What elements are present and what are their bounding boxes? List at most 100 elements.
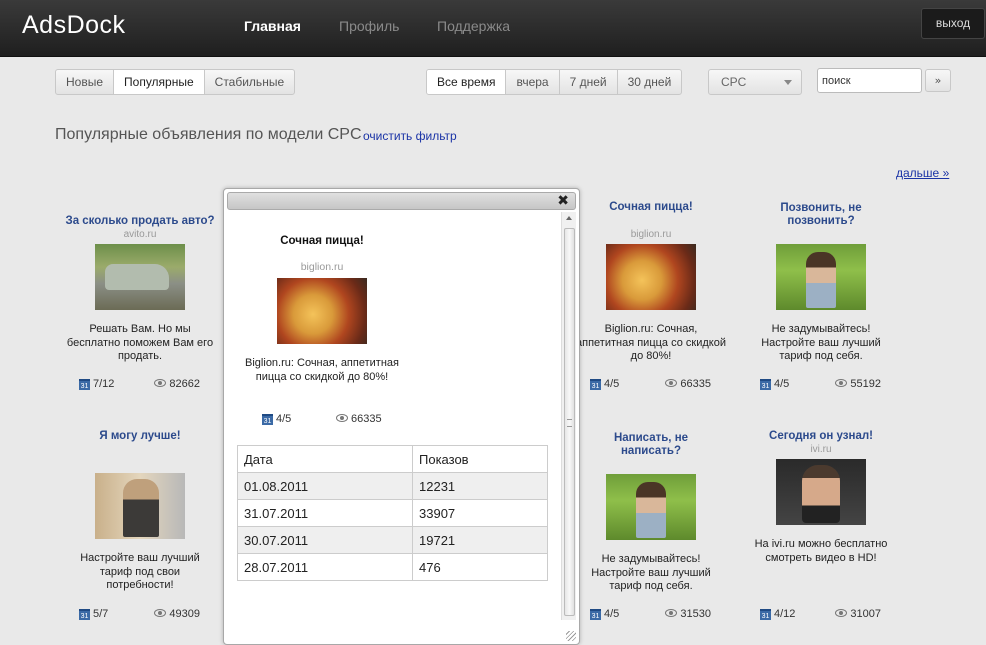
ad-domain — [55, 444, 225, 456]
ad-card[interactable]: За сколько продать авто? avito.ru Решать… — [55, 200, 225, 395]
chevron-down-icon — [784, 80, 792, 85]
ad-card[interactable]: Я могу лучше! Настройте ваш лучший тариф… — [55, 417, 225, 622]
ad-days: 4/5 — [774, 378, 790, 390]
ad-domain: ivi.ru — [810, 444, 832, 455]
cell-date: 28.07.2011 — [237, 553, 413, 581]
ad-views: 82662 — [169, 378, 200, 390]
ad-card[interactable]: Сегодня он узнал! ivi.ru На ivi.ru можно… — [736, 417, 906, 622]
cell-impressions: 19721 — [412, 526, 548, 554]
eye-icon — [665, 609, 678, 617]
ad-views: 66335 — [680, 378, 711, 390]
ad-text: Biglion.ru: Сочная, аппетитная пицца со … — [576, 323, 726, 362]
eye-icon — [154, 379, 167, 387]
ad-views: 55192 — [850, 378, 881, 390]
ad-title[interactable]: Написать, не написать? — [566, 430, 736, 458]
ad-title[interactable]: За сколько продать авто? — [55, 200, 225, 228]
popup-ad-domain: biglion.ru — [300, 261, 344, 273]
cell-date: 01.08.2011 — [237, 472, 413, 500]
table-row: 30.07.2011 19721 — [237, 526, 548, 554]
column-header-date: Дата — [237, 445, 413, 473]
filter-stable[interactable]: Стабильные — [205, 70, 294, 94]
eye-icon — [336, 414, 348, 422]
ad-text: Настройте ваш лучший тариф под свои потр… — [80, 552, 200, 591]
popup-scrollbar[interactable] — [561, 212, 576, 620]
ad-card[interactable]: Позвонить, не позвонить? Не задумывайтес… — [736, 200, 906, 395]
popup-ad-days: 4/5 — [276, 413, 292, 425]
ad-text: На ivi.ru можно бесплатно смотреть видео… — [754, 538, 888, 564]
ad-views: 49309 — [169, 608, 200, 620]
cell-date: 30.07.2011 — [237, 526, 413, 554]
ad-title[interactable]: Сегодня он узнал! — [736, 417, 906, 443]
popup-titlebar[interactable]: ✖ — [227, 192, 576, 210]
ad-domain: biglion.ru — [630, 229, 672, 240]
period-7-days[interactable]: 7 дней — [560, 70, 618, 94]
ad-domain — [566, 459, 736, 471]
model-select[interactable]: CPC — [708, 69, 802, 95]
ad-image[interactable] — [776, 244, 866, 310]
logo[interactable]: AdsDock — [22, 11, 126, 40]
logout-button[interactable]: выход — [921, 8, 985, 39]
ad-days: 5/7 — [93, 608, 109, 620]
period-yesterday[interactable]: вчера — [506, 70, 560, 94]
table-row: 28.07.2011 476 — [237, 553, 548, 581]
scroll-thumb[interactable] — [564, 228, 575, 616]
ad-image[interactable] — [606, 244, 696, 310]
next-page-link[interactable]: дальше » — [896, 166, 949, 180]
period-filter: Все время вчера 7 дней 30 дней — [426, 69, 683, 95]
calendar-icon: 31 — [760, 609, 771, 620]
ad-image[interactable] — [95, 473, 185, 539]
ad-title[interactable]: Я могу лучше! — [55, 417, 225, 443]
ad-domain — [736, 229, 906, 241]
close-icon[interactable]: ✖ — [557, 193, 569, 210]
resize-handle[interactable] — [566, 631, 576, 641]
eye-icon — [154, 609, 167, 617]
popup-ad-stats: 31 4/5 66335 — [262, 413, 382, 425]
ad-image[interactable] — [95, 244, 185, 310]
cell-impressions: 12231 — [412, 472, 548, 500]
clear-filter-link[interactable]: очистить фильтр — [363, 129, 457, 143]
nav-home[interactable]: Главная — [244, 18, 301, 34]
ad-image[interactable] — [776, 459, 866, 525]
calendar-icon: 31 — [262, 414, 273, 425]
ad-views: 31007 — [850, 608, 881, 620]
ad-days: 4/12 — [774, 608, 796, 620]
table-row: 31.07.2011 33907 — [237, 499, 548, 527]
ad-title[interactable]: Позвонить, не позвонить? — [736, 200, 906, 228]
cell-impressions: 33907 — [412, 499, 548, 527]
ad-image[interactable] — [606, 474, 696, 540]
ad-days: 4/5 — [604, 608, 620, 620]
calendar-icon: 31 — [79, 609, 90, 620]
ad-domain: avito.ru — [123, 229, 157, 240]
cell-date: 31.07.2011 — [237, 499, 413, 527]
calendar-icon: 31 — [760, 379, 771, 390]
filter-popular[interactable]: Популярные — [114, 70, 205, 94]
ad-days: 7/12 — [93, 378, 115, 390]
ad-days: 4/5 — [604, 378, 620, 390]
popup-ad-image — [277, 278, 367, 344]
impressions-table: Дата Показов 01.08.2011 12231 31.07.2011… — [237, 445, 548, 581]
calendar-icon: 31 — [590, 379, 601, 390]
model-select-value: CPC — [721, 75, 747, 89]
ad-text: Не задумывайтесь! Настройте ваш лучший т… — [761, 323, 881, 362]
page-title: Популярные объявления по модели CPC — [55, 126, 362, 143]
cell-impressions: 476 — [412, 553, 548, 581]
column-header-impressions: Показов — [412, 445, 548, 473]
top-nav: AdsDock Главная Профиль Поддержка выход — [0, 0, 986, 57]
scroll-up-icon[interactable] — [566, 216, 572, 220]
calendar-icon: 31 — [79, 379, 90, 390]
period-all-time[interactable]: Все время — [427, 70, 507, 94]
filter-new[interactable]: Новые — [56, 70, 115, 94]
search-input[interactable] — [817, 68, 922, 93]
eye-icon — [665, 379, 678, 387]
nav-profile[interactable]: Профиль — [339, 18, 399, 34]
popup-ad-title: Сочная пицца! — [280, 235, 364, 247]
search-go-button[interactable]: » — [925, 69, 951, 92]
eye-icon — [835, 609, 848, 617]
ad-card[interactable]: Сочная пицца! biglion.ru Biglion.ru: Соч… — [566, 200, 736, 395]
nav-support[interactable]: Поддержка — [437, 18, 510, 34]
ad-text: Решать Вам. Но мы бесплатно поможем Вам … — [66, 323, 214, 362]
period-30-days[interactable]: 30 дней — [618, 70, 682, 94]
type-filter: Новые Популярные Стабильные — [55, 69, 296, 95]
ad-title[interactable]: Сочная пицца! — [566, 200, 736, 228]
ad-card[interactable]: Написать, не написать? Не задумывайтесь!… — [566, 430, 736, 625]
